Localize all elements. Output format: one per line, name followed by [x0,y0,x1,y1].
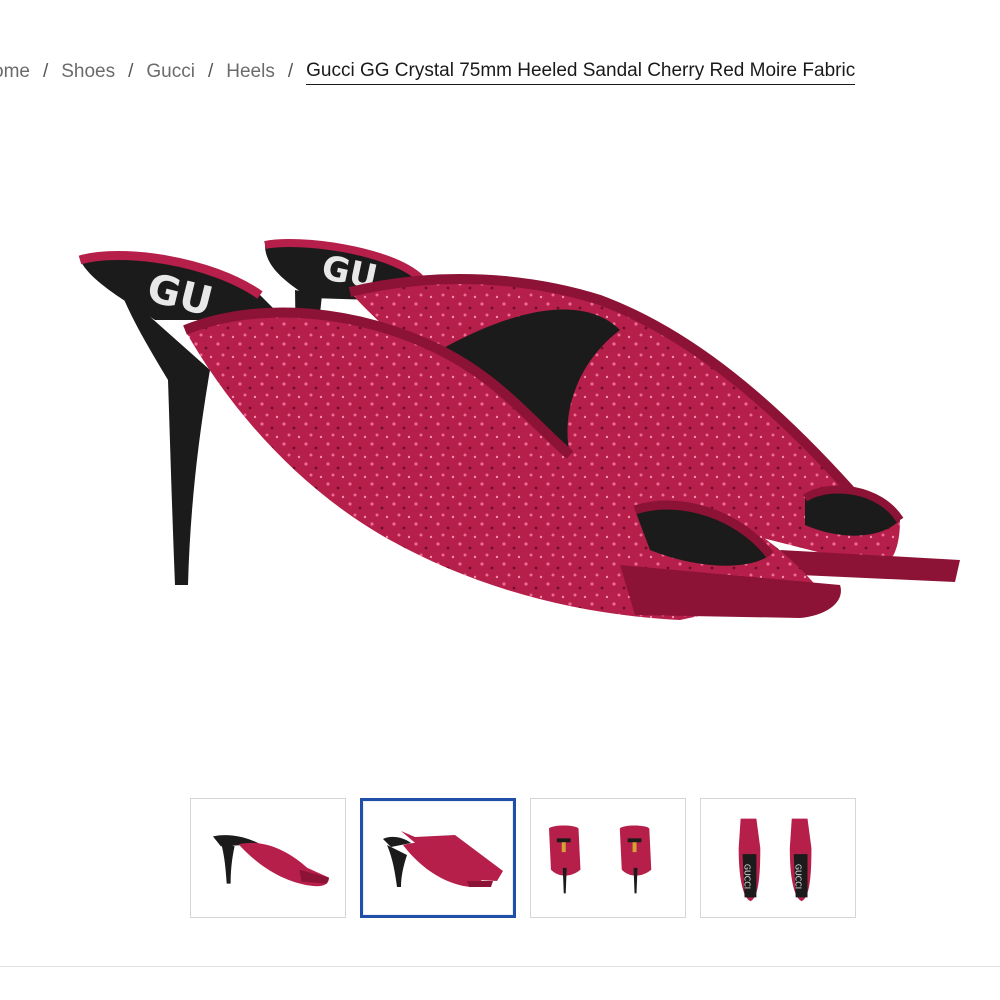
breadcrumb-shoes[interactable]: Shoes [61,61,115,83]
thumbnail-side-view[interactable] [190,798,346,918]
thumbnail-logo-right: GUCCI [794,864,803,889]
top-view-thumbnail-image: GUCCI GUCCI [738,818,812,902]
breadcrumb-current-product: Gucci GG Crystal 75mm Heeled Sandal Cher… [306,60,856,85]
main-product-image[interactable]: GU GU [60,220,980,640]
breadcrumb-home[interactable]: ome [0,61,30,83]
pair-view-thumbnail-image [383,831,503,887]
thumbnail-logo-left: GUCCI [743,864,752,889]
sandal-pair-illustration: GU GU [78,239,960,620]
breadcrumb-heels[interactable]: Heels [226,61,275,83]
thumbnail-pair-view[interactable] [360,798,516,918]
back-view-thumbnail-image [549,825,652,894]
breadcrumb: ome / Shoes / Gucci / Heels / Gucci GG C… [0,58,856,86]
thumbnail-top-view[interactable]: GUCCI GUCCI [700,798,856,918]
section-divider [0,966,1000,967]
breadcrumb-separator: / [287,61,294,82]
side-view-thumbnail-image [212,835,329,887]
breadcrumb-gucci[interactable]: Gucci [146,61,195,83]
breadcrumb-separator: / [207,61,214,82]
breadcrumb-separator: / [128,61,134,82]
thumbnail-back-view[interactable] [530,798,686,918]
thumbnail-strip: GUCCI GUCCI [190,798,856,920]
breadcrumb-separator: / [42,61,49,82]
